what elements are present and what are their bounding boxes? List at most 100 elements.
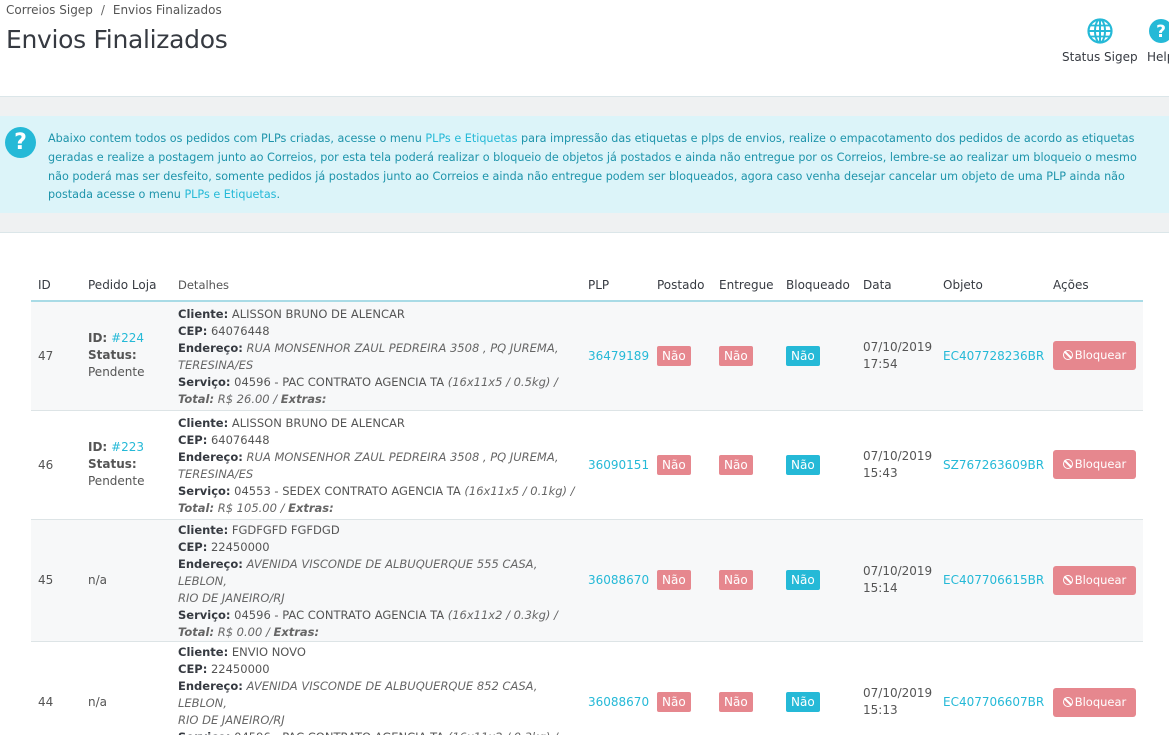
row-pedido-loja: n/a	[88, 519, 178, 642]
alert-link-plps-etiquetas[interactable]: PLPs e Etiquetas	[425, 132, 517, 145]
servico-label: Serviço:	[178, 483, 231, 498]
servico-label: Serviço:	[178, 607, 231, 622]
row-detalhes: Cliente: FGDFGFD FGFDGD CEP: 22450000 En…	[178, 519, 588, 642]
pedido-link[interactable]: #223	[111, 440, 144, 454]
row-entregue: Não	[719, 410, 786, 520]
header-pedido-loja: Pedido Loja	[88, 270, 178, 302]
plp-link[interactable]: 36090151	[588, 458, 649, 472]
header-data: Data	[863, 270, 943, 302]
data-date: 07/10/2019	[863, 686, 933, 700]
breadcrumb-separator: /	[100, 3, 105, 17]
pedido-id-label: ID:	[88, 440, 108, 454]
servico-dims: (16x11x2 / 0.3kg) /	[448, 730, 558, 735]
row-bloqueado: Não	[786, 519, 863, 642]
servico-dims: (16x11x5 / 0.1kg) /	[464, 483, 575, 498]
header-acoes: Ações	[1053, 270, 1143, 302]
bloquear-button[interactable]: Bloquear	[1053, 341, 1136, 371]
pedido-link[interactable]: #224	[111, 331, 144, 345]
pedido-info: ID: #224 Status: Pendente	[88, 330, 178, 381]
data-time: 15:43	[863, 465, 898, 480]
bloquear-label: Bloquear	[1074, 694, 1127, 709]
data-date: 07/10/2019	[863, 564, 933, 578]
row-plp: 36088670	[588, 641, 657, 735]
postado-badge: Não	[657, 570, 691, 590]
row-plp: 36090151	[588, 410, 657, 520]
cep-value: 64076448	[210, 432, 270, 447]
row-detalhes: Cliente: ENVIO NOVO CEP: 22450000 Endere…	[178, 641, 588, 735]
cep-value: 64076448	[210, 323, 270, 338]
total-value: R$ 105.00 /	[217, 500, 285, 515]
postado-badge: Não	[657, 345, 691, 366]
row-acoes: Bloquear	[1053, 410, 1143, 520]
endereco-value: RUA MONSENHOR ZAUL PEDREIRA 3508 , PQ JU…	[246, 340, 559, 355]
endereco-value-line2: RIO DE JANEIRO/RJ	[178, 712, 285, 727]
data-date: 07/10/2019	[863, 448, 933, 463]
bloquear-button[interactable]: Bloquear	[1053, 687, 1136, 717]
cliente-value: ALISSON BRUNO DE ALENCAR	[231, 306, 405, 321]
servico-label: Serviço:	[178, 374, 231, 389]
header-detalhes: Detalhes	[178, 270, 588, 302]
row-acoes: Bloquear	[1053, 519, 1143, 642]
entregue-badge: Não	[719, 570, 753, 590]
cliente-value: ENVIO NOVO	[231, 644, 306, 659]
servico-value: 04596 - PAC CONTRATO AGENCIA TA	[234, 374, 445, 389]
endereco-value-line2: RIO DE JANEIRO/RJ	[178, 590, 285, 605]
table-row: 47 ID: #224 Status: Pendente Cliente: AL…	[31, 301, 1143, 411]
alert-text-3: .	[276, 188, 281, 202]
pedido-info: ID: #223 Status: Pendente	[88, 439, 178, 490]
servico-value: 04553 - SEDEX CONTRATO AGENCIA TA	[234, 483, 461, 498]
globe-icon	[1087, 18, 1113, 44]
cliente-label: Cliente:	[178, 306, 229, 321]
bloqueado-badge: Não	[786, 454, 820, 475]
info-alert: ? Abaixo contem todos os pedidos com PLP…	[0, 116, 1169, 213]
cliente-value: FGDFGFD FGFDGD	[231, 522, 340, 537]
bloqueado-badge: Não	[786, 345, 820, 366]
entregue-badge: Não	[719, 692, 753, 712]
pedido-status-label: Status:	[88, 457, 137, 471]
help-button[interactable]: ? Help	[1147, 18, 1169, 64]
ban-icon	[1062, 696, 1073, 707]
endereco-value-line2: TERESINA/ES	[178, 357, 254, 372]
question-icon: ?	[5, 127, 36, 158]
cliente-label: Cliente:	[178, 644, 229, 659]
row-id: 45	[31, 519, 88, 642]
table-row: 46 ID: #223 Status: Pendente Cliente: AL…	[31, 410, 1143, 520]
postado-badge: Não	[657, 692, 691, 712]
breadcrumb-parent[interactable]: Correios Sigep	[6, 3, 93, 17]
cep-label: CEP:	[178, 323, 208, 338]
bloquear-button[interactable]: Bloquear	[1053, 565, 1136, 595]
row-data: 07/10/2019 15:14	[863, 519, 943, 642]
objeto-link[interactable]: EC407706615BR	[943, 573, 1044, 587]
page-title: Envios Finalizados	[6, 25, 228, 54]
plp-link[interactable]: 36088670	[588, 573, 649, 587]
alert-link-plps-etiquetas-2[interactable]: PLPs e Etiquetas	[184, 188, 276, 201]
objeto-link[interactable]: EC407728236BR	[943, 349, 1044, 363]
svg-text:?: ?	[1156, 22, 1166, 42]
ban-icon	[1062, 350, 1073, 361]
row-id: 47	[31, 301, 88, 411]
row-plp: 36088670	[588, 519, 657, 642]
endereco-value: RUA MONSENHOR ZAUL PEDREIRA 3508 , PQ JU…	[246, 449, 559, 464]
row-postado: Não	[657, 301, 719, 411]
endereco-label: Endereço:	[178, 340, 243, 355]
bloquear-label: Bloquear	[1074, 348, 1127, 363]
data-date: 07/10/2019	[863, 339, 933, 354]
bloquear-button[interactable]: Bloquear	[1053, 450, 1136, 479]
row-entregue: Não	[719, 519, 786, 642]
endereco-value-line2: TERESINA/ES	[178, 466, 254, 481]
endereco-label: Endereço:	[178, 678, 243, 693]
cep-value: 22450000	[210, 539, 270, 554]
help-label: Help	[1147, 50, 1169, 64]
header-objeto: Objeto	[943, 270, 1053, 302]
objeto-link[interactable]: EC407706607BR	[943, 695, 1044, 709]
status-sigep-button[interactable]: Status Sigep	[1062, 18, 1138, 64]
plp-link[interactable]: 36479189	[588, 349, 649, 363]
objeto-link[interactable]: SZ767263609BR	[943, 458, 1044, 472]
row-detalhes: Cliente: ALISSON BRUNO DE ALENCAR CEP: 6…	[178, 301, 588, 411]
total-label: Total:	[178, 391, 215, 406]
pedido-na: n/a	[88, 572, 108, 587]
cep-value: 22450000	[210, 661, 270, 676]
cep-label: CEP:	[178, 432, 208, 447]
plp-link[interactable]: 36088670	[588, 695, 649, 709]
servico-dims: (16x11x5 / 0.5kg) /	[447, 374, 558, 389]
